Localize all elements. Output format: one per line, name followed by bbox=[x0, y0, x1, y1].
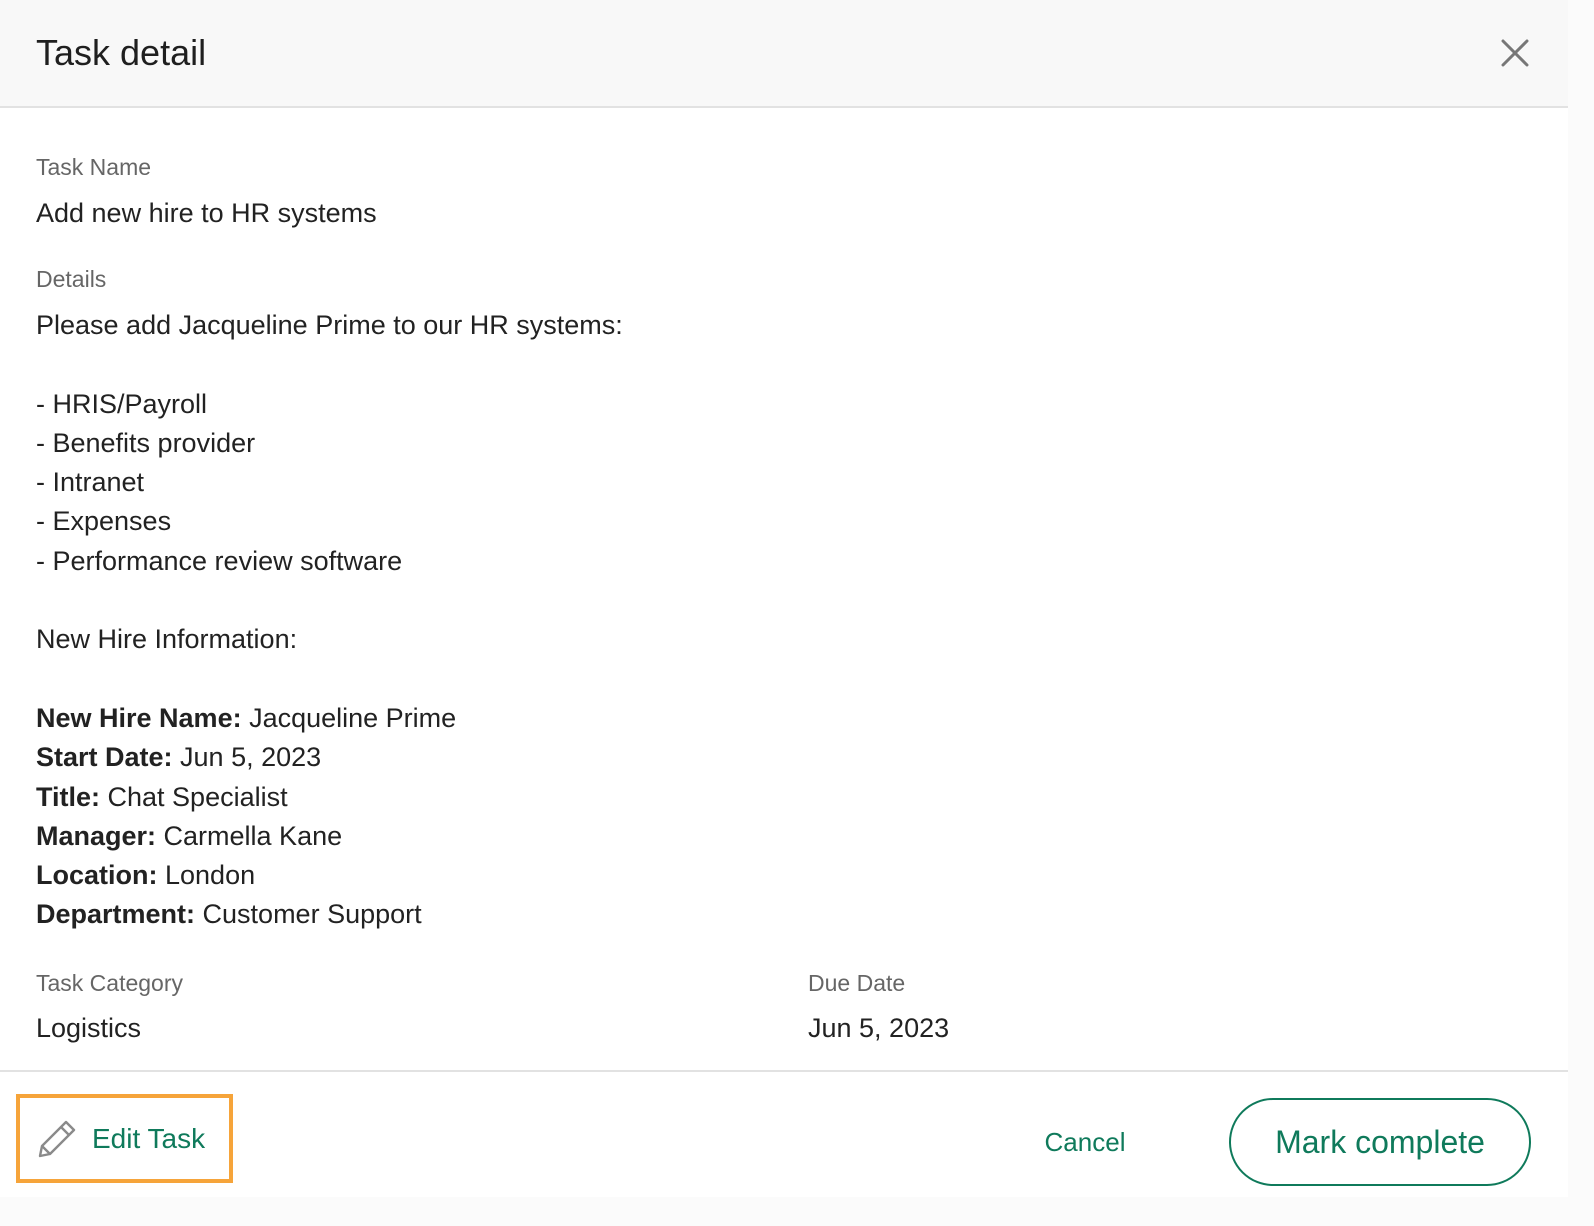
close-button[interactable] bbox=[1492, 30, 1538, 76]
due-date-label: Due Date bbox=[808, 970, 906, 996]
info-row: Start Date: Jun 5, 2023 bbox=[36, 738, 1236, 777]
close-icon bbox=[1501, 39, 1529, 67]
info-row: Title: Chat Specialist bbox=[36, 778, 1236, 817]
info-key: Title: bbox=[36, 781, 101, 812]
info-value: Carmella Kane bbox=[156, 820, 343, 851]
info-row: Department: Customer Support bbox=[36, 895, 1236, 934]
info-key: Location: bbox=[36, 860, 158, 891]
info-row: New Hire Name: Jacqueline Prime bbox=[36, 699, 1236, 738]
info-key: New Hire Name: bbox=[36, 702, 242, 733]
modal-header: Task detail bbox=[0, 0, 1568, 108]
info-value: London bbox=[157, 860, 256, 891]
due-date-value: Jun 5, 2023 bbox=[808, 1013, 950, 1043]
task-name-value: Add new hire to HR systems bbox=[36, 198, 377, 228]
pencil-icon bbox=[38, 1120, 76, 1158]
info-value: Chat Specialist bbox=[100, 781, 288, 812]
details-intro: Please add Jacqueline Prime to our HR sy… bbox=[36, 310, 623, 340]
task-detail-modal: Task detail Task Name Add new hire to HR… bbox=[0, 0, 1568, 1197]
info-value: Jacqueline Prime bbox=[241, 702, 457, 733]
task-category-value: Logistics bbox=[36, 1013, 142, 1043]
info-heading: New Hire Information: bbox=[36, 624, 298, 655]
system-item: - Expenses bbox=[36, 506, 172, 537]
edit-task-button[interactable]: Edit Task bbox=[16, 1094, 233, 1183]
system-item: - HRIS/Payroll bbox=[36, 388, 208, 419]
system-item: - Intranet bbox=[36, 467, 145, 498]
modal-title: Task detail bbox=[36, 32, 207, 73]
system-item: - Performance review software bbox=[36, 545, 403, 576]
info-row: Location: London bbox=[36, 856, 1236, 895]
system-item: - Benefits provider bbox=[36, 427, 256, 458]
task-name-label: Task Name bbox=[36, 154, 152, 180]
info-value: Jun 5, 2023 bbox=[172, 742, 322, 773]
details-body: Please add Jacqueline Prime to our HR sy… bbox=[36, 306, 1236, 935]
modal-footer: Edit Task Cancel Mark complete bbox=[0, 1070, 1568, 1197]
info-row: Manager: Carmella Kane bbox=[36, 817, 1236, 856]
info-value: Customer Support bbox=[195, 899, 422, 930]
info-key: Manager: bbox=[36, 820, 157, 851]
info-key: Department: bbox=[36, 899, 196, 930]
task-category-label: Task Category bbox=[36, 970, 184, 996]
cancel-button[interactable]: Cancel bbox=[1030, 1122, 1140, 1162]
details-label: Details bbox=[36, 266, 107, 292]
mark-complete-button[interactable]: Mark complete bbox=[1229, 1098, 1531, 1186]
info-key: Start Date: bbox=[36, 742, 173, 773]
edit-task-label: Edit Task bbox=[92, 1123, 206, 1154]
